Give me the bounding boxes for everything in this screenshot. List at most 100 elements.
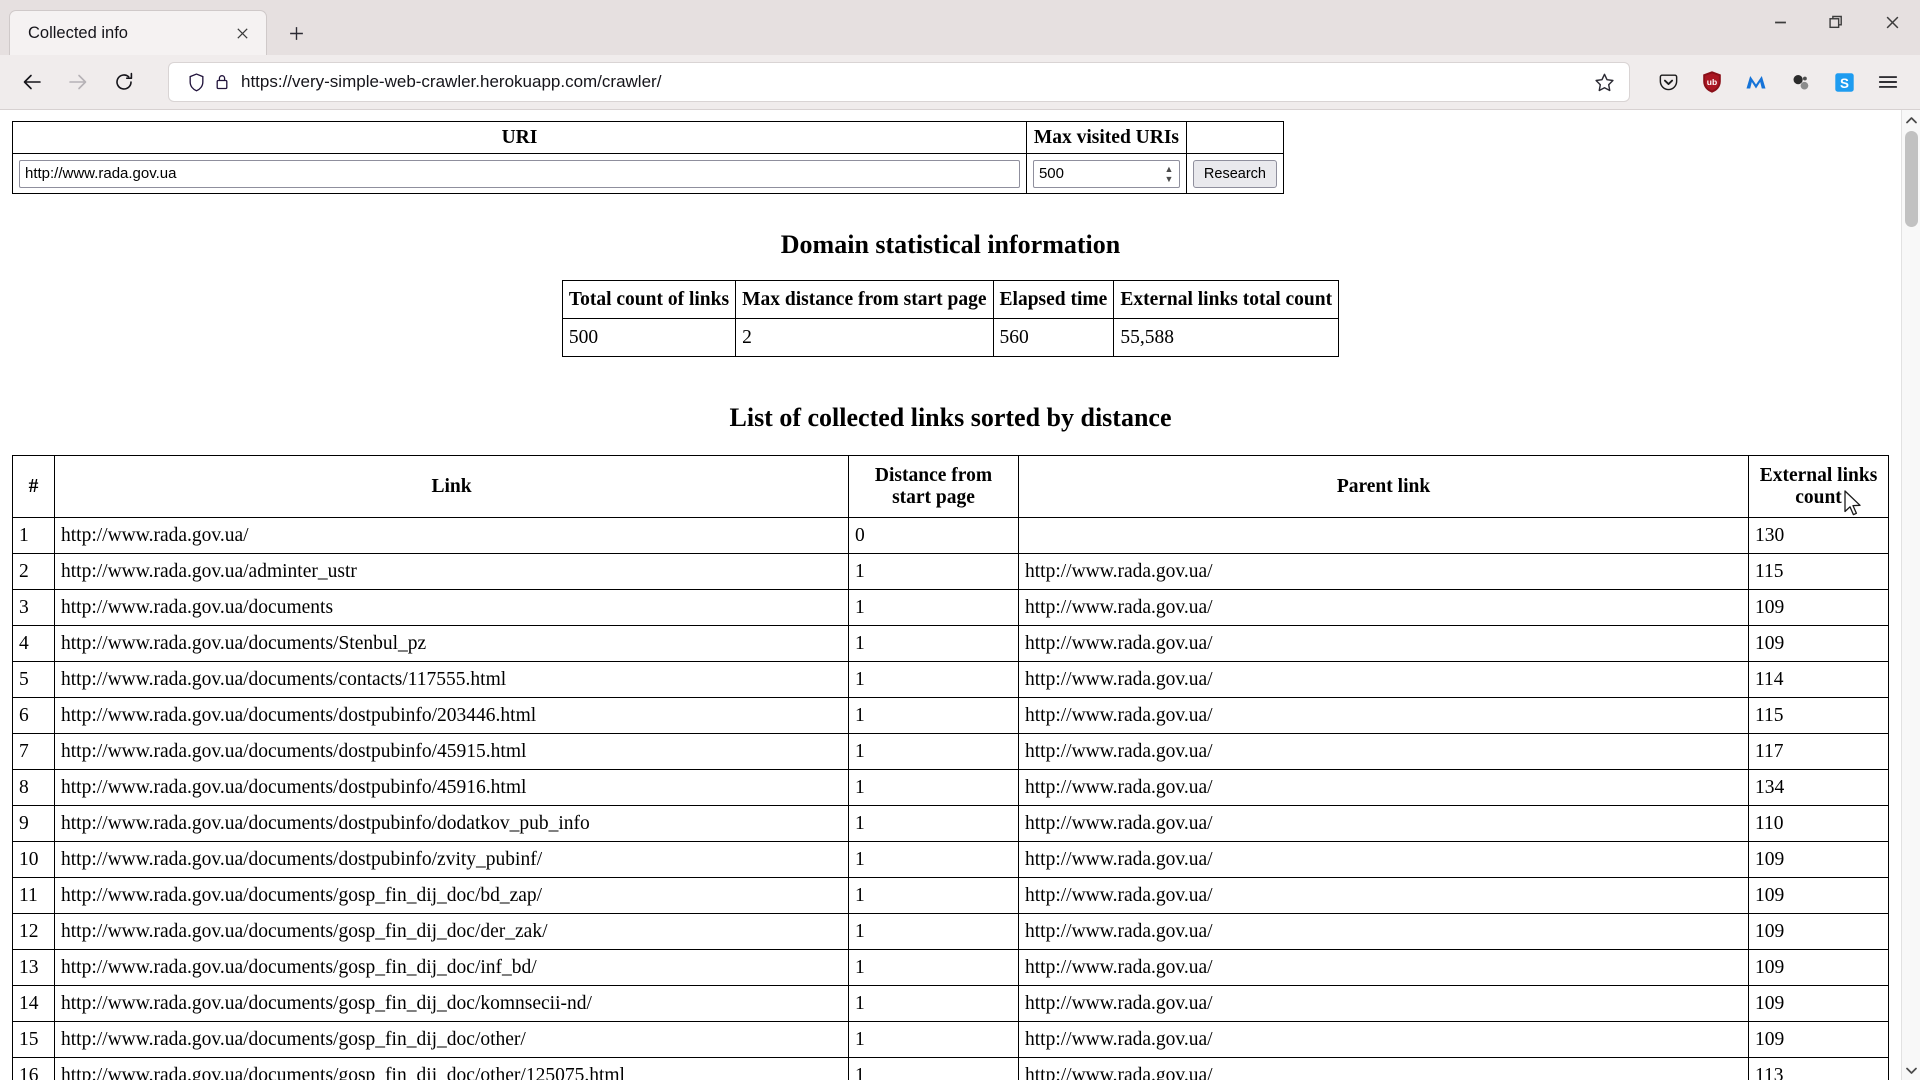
- cell-parent-link[interactable]: http://www.rada.gov.ua/: [1018, 589, 1749, 626]
- stats-header-cell: Total count of links: [561, 280, 737, 319]
- cell-distance: 1: [848, 733, 1019, 770]
- cell-index: 5: [12, 661, 55, 698]
- table-row: 4 http://www.rada.gov.ua/documents/Stenbu…: [12, 625, 1889, 662]
- cell-link[interactable]: http://www.rada.gov.ua/documents/gosp_fi…: [54, 877, 849, 914]
- cell-external-count: 109: [1748, 841, 1889, 878]
- minimize-icon[interactable]: [1752, 0, 1808, 45]
- cell-parent-link[interactable]: [1018, 517, 1749, 554]
- shield-icon[interactable]: [183, 72, 209, 92]
- cell-link[interactable]: http://www.rada.gov.ua/documents/Stenbul…: [54, 625, 849, 662]
- close-window-icon[interactable]: [1864, 0, 1920, 45]
- table-row: 7 http://www.rada.gov.ua/documents/dostpu…: [12, 733, 1889, 770]
- cell-link[interactable]: http://www.rada.gov.ua/documents/gosp_fi…: [54, 1057, 849, 1080]
- cell-parent-link[interactable]: http://www.rada.gov.ua/: [1018, 877, 1749, 914]
- reload-icon[interactable]: [104, 62, 144, 102]
- cell-parent-link[interactable]: http://www.rada.gov.ua/: [1018, 661, 1749, 698]
- table-row: 3 http://www.rada.gov.ua/documents 1 http:/…: [12, 589, 1889, 626]
- cell-link[interactable]: http://www.rada.gov.ua/documents/gosp_fi…: [54, 1021, 849, 1058]
- back-icon[interactable]: [12, 62, 52, 102]
- research-button[interactable]: Research: [1192, 159, 1277, 188]
- skype-icon[interactable]: S: [1824, 62, 1864, 102]
- url-text[interactable]: https://very-simple-web-crawler.herokuap…: [235, 72, 1589, 92]
- table-row: 14 http://www.rada.gov.ua/documents/gosp_…: [12, 985, 1889, 1022]
- table-row: 5 http://www.rada.gov.ua/documents/contac…: [12, 661, 1889, 698]
- cell-link[interactable]: http://www.rada.gov.ua/documents/gosp_fi…: [54, 913, 849, 950]
- stats-value-cell: 55,588: [1113, 318, 1340, 357]
- cell-link[interactable]: http://www.rada.gov.ua/documents/dostpub…: [54, 805, 849, 842]
- uri-input[interactable]: [19, 159, 1020, 188]
- pocket-icon[interactable]: [1648, 62, 1688, 102]
- scrollbar-thumb[interactable]: [1904, 131, 1918, 227]
- page-scrollbar[interactable]: [1901, 110, 1920, 1080]
- cell-index: 8: [12, 769, 55, 806]
- table-row: 8 http://www.rada.gov.ua/documents/dostpu…: [12, 769, 1889, 806]
- crawler-page: URI Max visited URIs ▲ ▼: [0, 110, 1901, 1080]
- max-visited-input[interactable]: [1032, 159, 1180, 188]
- cell-parent-link[interactable]: http://www.rada.gov.ua/: [1018, 625, 1749, 662]
- forward-icon[interactable]: [58, 62, 98, 102]
- cell-distance: 1: [848, 985, 1019, 1022]
- cell-distance: 0: [848, 517, 1019, 554]
- cell-parent-link[interactable]: http://www.rada.gov.ua/: [1018, 553, 1749, 590]
- atom-icon[interactable]: [1780, 62, 1820, 102]
- ublock-origin-icon[interactable]: ub: [1692, 62, 1732, 102]
- padlock-icon[interactable]: [209, 73, 235, 91]
- cell-link[interactable]: http://www.rada.gov.ua/documents/gosp_fi…: [54, 985, 849, 1022]
- cell-parent-link[interactable]: http://www.rada.gov.ua/: [1018, 913, 1749, 950]
- cell-parent-link[interactable]: http://www.rada.gov.ua/: [1018, 1021, 1749, 1058]
- action-column-header: [1185, 121, 1285, 154]
- cell-link[interactable]: http://www.rada.gov.ua/documents/dostpub…: [54, 841, 849, 878]
- hamburger-menu-icon[interactable]: [1868, 62, 1908, 102]
- cell-link[interactable]: http://www.rada.gov.ua/documents/contact…: [54, 661, 849, 698]
- cell-link[interactable]: http://www.rada.gov.ua/documents/dostpub…: [54, 697, 849, 734]
- cell-parent-link[interactable]: http://www.rada.gov.ua/: [1018, 841, 1749, 878]
- uri-column-header: URI: [12, 121, 1027, 154]
- cell-external-count: 109: [1748, 589, 1889, 626]
- cell-index: 10: [12, 841, 55, 878]
- scroll-down-icon[interactable]: [1902, 1060, 1920, 1080]
- cell-distance: 1: [848, 661, 1019, 698]
- cell-index: 9: [12, 805, 55, 842]
- cell-index: 13: [12, 949, 55, 986]
- uri-input-cell: [12, 153, 1027, 194]
- form-header-row: URI Max visited URIs: [12, 121, 1285, 154]
- stepper-up-icon[interactable]: ▲: [1164, 164, 1173, 174]
- links-table-body: 1 http://www.rada.gov.ua/0 130 2 http://www.…: [12, 517, 1889, 1080]
- malwarebytes-icon[interactable]: [1736, 62, 1776, 102]
- cell-link[interactable]: http://www.rada.gov.ua/documents/gosp_fi…: [54, 949, 849, 986]
- address-bar[interactable]: https://very-simple-web-crawler.herokuap…: [168, 62, 1630, 102]
- cell-parent-link[interactable]: http://www.rada.gov.ua/: [1018, 769, 1749, 806]
- cell-link[interactable]: http://www.rada.gov.ua/documents/dostpub…: [54, 733, 849, 770]
- cell-parent-link[interactable]: http://www.rada.gov.ua/: [1018, 949, 1749, 986]
- cell-link[interactable]: http://www.rada.gov.ua/documents: [54, 589, 849, 626]
- research-cell: Research: [1185, 153, 1285, 194]
- cell-external-count: 115: [1748, 553, 1889, 590]
- number-stepper[interactable]: ▲ ▼: [1162, 161, 1176, 187]
- cell-parent-link[interactable]: http://www.rada.gov.ua/: [1018, 1057, 1749, 1080]
- scroll-up-icon[interactable]: [1902, 110, 1920, 130]
- extension-toolbar: ub S: [1642, 62, 1908, 102]
- cell-index: 1: [12, 517, 55, 554]
- stepper-down-icon[interactable]: ▼: [1164, 174, 1173, 184]
- new-tab-button[interactable]: [277, 14, 315, 52]
- cell-parent-link[interactable]: http://www.rada.gov.ua/: [1018, 985, 1749, 1022]
- browser-tab[interactable]: Collected info: [9, 10, 267, 55]
- table-row: 1 http://www.rada.gov.ua/0 130: [12, 517, 1889, 554]
- header-external-count: External links count: [1748, 455, 1889, 518]
- cell-parent-link[interactable]: http://www.rada.gov.ua/: [1018, 805, 1749, 842]
- cell-parent-link[interactable]: http://www.rada.gov.ua/: [1018, 697, 1749, 734]
- cell-distance: 1: [848, 769, 1019, 806]
- cell-distance: 1: [848, 589, 1019, 626]
- cell-link[interactable]: http://www.rada.gov.ua/: [54, 517, 849, 554]
- maximize-restore-icon[interactable]: [1808, 0, 1864, 45]
- header-parent-link: Parent link: [1018, 455, 1749, 518]
- table-row: 2 http://www.rada.gov.ua/adminter_ustr 1 ht…: [12, 553, 1889, 590]
- table-row: 10 http://www.rada.gov.ua/documents/dostp…: [12, 841, 1889, 878]
- cell-parent-link[interactable]: http://www.rada.gov.ua/: [1018, 733, 1749, 770]
- cell-link[interactable]: http://www.rada.gov.ua/adminter_ustr: [54, 553, 849, 590]
- star-icon[interactable]: [1589, 72, 1619, 93]
- cell-index: 15: [12, 1021, 55, 1058]
- cell-link[interactable]: http://www.rada.gov.ua/documents/dostpub…: [54, 769, 849, 806]
- close-icon[interactable]: [230, 21, 254, 45]
- cell-external-count: 109: [1748, 985, 1889, 1022]
